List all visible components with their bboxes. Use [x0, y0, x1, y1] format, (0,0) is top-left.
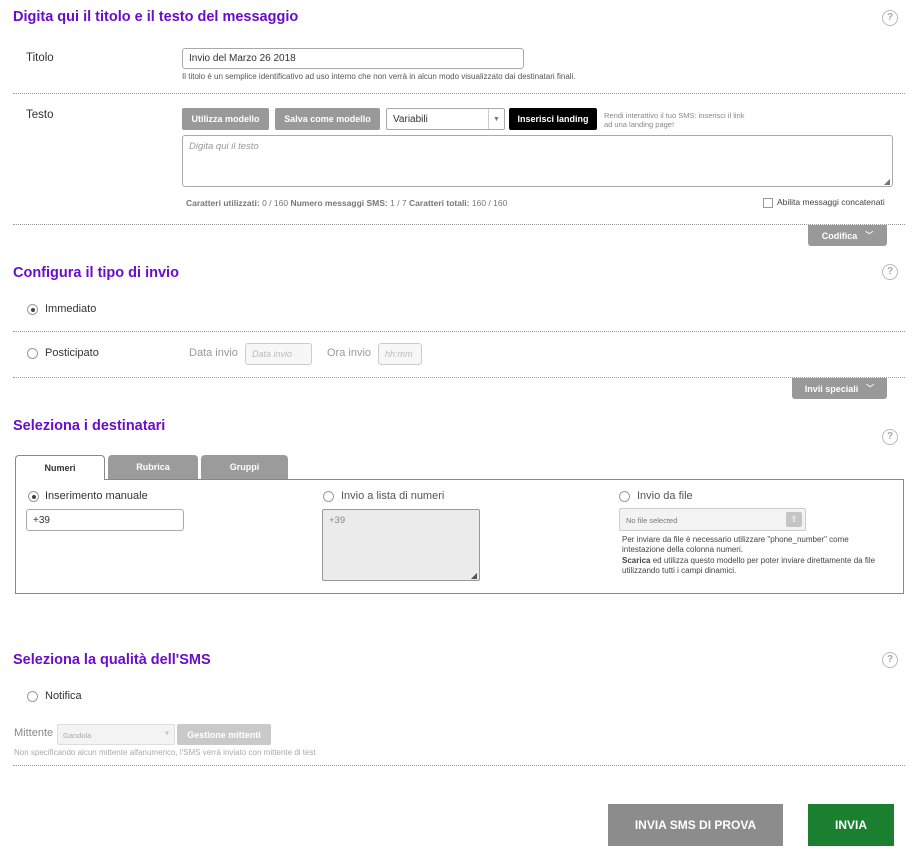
posticipato-radio[interactable] — [27, 348, 38, 359]
number-list-textarea[interactable]: +39 ◢ — [322, 509, 480, 581]
msg-value: 1 / 7 — [390, 198, 407, 208]
ora-invio-label: Ora invio — [327, 347, 372, 359]
help-icon[interactable]: ? — [882, 652, 898, 668]
titolo-label: Titolo — [26, 52, 54, 64]
help-icon[interactable]: ? — [882, 10, 898, 26]
chevron-down-icon: ﹀ — [865, 231, 874, 240]
gestione-mittenti-button[interactable]: Gestione mittenti — [177, 724, 271, 745]
invii-speciali-button[interactable]: Invii speciali ﹀ — [792, 378, 887, 399]
notifica-label: Notifica — [45, 690, 82, 702]
file-radio[interactable] — [619, 491, 630, 502]
divider — [13, 765, 905, 766]
number-list-value: +39 — [329, 515, 346, 526]
codifica-button[interactable]: Codifica ﹀ — [808, 225, 887, 246]
total-value: 160 / 160 — [471, 198, 508, 208]
file-hint: Per inviare da file è necessario utilizz… — [622, 535, 892, 577]
file-hint-2: Scarica ed utilizza questo modello per p… — [622, 556, 892, 577]
ora-invio-input[interactable]: hh:mm — [378, 343, 422, 365]
data-invio-label: Data invio — [189, 347, 238, 359]
manual-number-input[interactable]: +39 — [26, 509, 184, 531]
titolo-hint: Il titolo è un semplice identificativo a… — [182, 72, 576, 81]
total-label: Caratteri totali: — [409, 198, 470, 208]
character-counter: Caratteri utilizzati: 0 / 160 Numero mes… — [186, 198, 507, 208]
file-placeholder: No file selected — [626, 516, 678, 525]
resize-handle-icon[interactable]: ◢ — [884, 177, 890, 186]
divider — [13, 224, 905, 225]
variabili-select[interactable]: Variabili ▼ — [386, 108, 505, 130]
msg-label: Numero messaggi SMS: — [290, 198, 388, 208]
invii-speciali-label: Invii speciali — [804, 383, 859, 394]
tab-numeri[interactable]: Numeri — [15, 455, 105, 480]
divider — [13, 93, 905, 94]
quality-section-title: Seleziona la qualità dell'SMS — [13, 652, 211, 668]
message-textarea[interactable]: Digita qui il testo ◢ — [182, 135, 893, 187]
posticipato-label: Posticipato — [45, 347, 99, 359]
notifica-radio[interactable] — [27, 691, 38, 702]
help-icon[interactable]: ? — [882, 429, 898, 445]
file-label: Invio da file — [637, 490, 693, 502]
char-label: Caratteri utilizzati: — [186, 198, 260, 208]
list-radio[interactable] — [323, 491, 334, 502]
tab-gruppi[interactable]: Gruppi — [201, 455, 288, 479]
inserisci-landing-button[interactable]: Inserisci landing — [509, 108, 597, 130]
send-type-section-title: Configura il tipo di invio — [13, 265, 179, 281]
textarea-placeholder: Digita qui il testo — [189, 141, 259, 152]
immediato-label: Immediato — [45, 303, 97, 315]
codifica-label: Codifica — [821, 230, 858, 241]
message-section-title: Digita qui il titolo e il testo del mess… — [13, 9, 299, 25]
help-icon[interactable]: ? — [882, 264, 898, 280]
tab-rubrica[interactable]: Rubrica — [108, 455, 198, 479]
titolo-input[interactable]: Invio del Marzo 26 2018 — [182, 48, 524, 69]
chevron-down-icon: ▼ — [164, 731, 170, 737]
recipients-section-title: Seleziona i destinatari — [13, 418, 166, 434]
list-label: Invio a lista di numeri — [341, 490, 445, 502]
immediato-radio[interactable] — [27, 304, 38, 315]
divider — [13, 331, 905, 332]
chevron-down-icon: ﹀ — [866, 384, 875, 393]
data-invio-placeholder: Data invio — [252, 349, 293, 359]
char-value: 0 / 160 — [262, 198, 289, 208]
data-invio-input[interactable]: Data invio — [245, 343, 312, 365]
ora-invio-placeholder: hh:mm — [385, 349, 413, 359]
mittente-hint: Non specificando alcun mittente alfanume… — [14, 748, 316, 757]
file-upload-field[interactable]: No file selected ⇪ — [619, 508, 806, 531]
send-button[interactable]: INVIA — [808, 804, 894, 846]
divider — [13, 377, 905, 378]
upload-icon[interactable]: ⇪ — [786, 512, 802, 527]
mittente-label: Mittente — [14, 727, 54, 739]
manual-label: Inserimento manuale — [45, 490, 148, 502]
variabili-select-value: Variabili — [393, 113, 428, 125]
chevron-down-icon: ▼ — [488, 109, 504, 129]
salva-modello-button[interactable]: Salva come modello — [275, 108, 380, 130]
concat-label: Abilita messaggi concatenati — [777, 197, 885, 207]
mittente-value: Gandola — [63, 731, 92, 740]
concat-checkbox[interactable] — [763, 198, 773, 208]
file-hint-1: Per inviare da file è necessario utilizz… — [622, 535, 849, 555]
scarica-link[interactable]: Scarica — [622, 556, 650, 565]
resize-handle-icon[interactable]: ◢ — [471, 571, 477, 580]
file-hint-2-text: ed utilizza questo modello per poter inv… — [622, 555, 876, 576]
utilizza-modello-button[interactable]: Utilizza modello — [182, 108, 269, 130]
manual-radio[interactable] — [28, 491, 39, 502]
send-test-button[interactable]: INVIA SMS DI PROVA — [608, 804, 783, 846]
mittente-select[interactable]: Gandola ▼ — [57, 724, 175, 745]
testo-label: Testo — [26, 109, 54, 121]
landing-hint: Rendi interattivo il tuo SMS: inserisci … — [604, 111, 745, 130]
